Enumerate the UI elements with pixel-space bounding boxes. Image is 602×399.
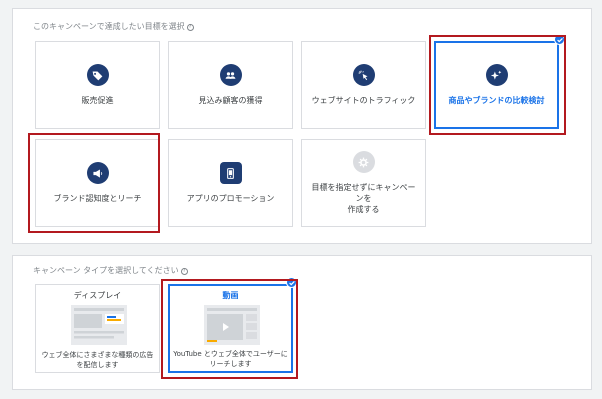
goal-card-label-line1: 目標を指定せずにキャンペーンを [311,183,416,203]
goal-card-label-line2: 作成する [347,205,380,214]
megaphone-icon [86,162,109,184]
type-card-desc: ウェブ全体にさまざまな種類の広告 を配信します [36,350,159,370]
selected-check-icon [286,277,297,288]
goal-card-consideration[interactable]: 商品やブランドの比較検討 [434,41,559,129]
type-card-desc-line1: YouTube とウェブ全体でユーザーに [173,350,288,358]
goals-section-title-text: このキャンペーンで達成したい目標を選択 [33,22,185,31]
goal-card-label: アプリのプロモーション [186,194,275,203]
type-card-video[interactable]: 動画 YouTube とウェブ全体でユーザーに リーチします [168,284,293,373]
selected-check-icon [554,34,565,45]
goal-card-app[interactable]: アプリのプロモーション [168,139,293,227]
help-icon[interactable]: ? [180,268,188,275]
type-section-title: キャンペーン タイプを選択してください? [33,265,188,276]
video-ad-illustration [204,305,260,345]
type-card-title: 動画 [222,291,239,300]
goal-card-awareness[interactable]: ブランド認知度とリーチ [35,139,160,227]
goal-card-label: 目標を指定せずにキャンペーンを 作成する [302,182,425,215]
type-card-desc-line2: リーチします [209,360,252,368]
sparkle-icon [485,64,508,86]
campaign-type-panel: キャンペーン タイプを選択してください? ディスプレイ ウェブ全体にさまざまな種… [12,255,592,390]
goals-panel: このキャンペーンで達成したい目標を選択? 販売促進 見込み顧客の獲得 ウェブサイ… [12,8,592,244]
goal-card-traffic[interactable]: ウェブサイトのトラフィック [301,41,426,129]
goal-card-sales[interactable]: 販売促進 [35,41,160,129]
goal-card-label: 見込み顧客の獲得 [198,96,263,105]
goal-card-no-goal[interactable]: 目標を指定せずにキャンペーンを 作成する [301,139,426,227]
gear-icon [352,151,375,173]
goals-section-title: このキャンペーンで達成したい目標を選択? [33,21,194,32]
goal-card-label: 販売促進 [81,96,114,105]
goal-card-label: 商品やブランドの比較検討 [448,96,545,105]
type-card-title: ディスプレイ [73,291,122,300]
phone-icon [219,162,242,184]
help-icon[interactable]: ? [186,24,194,31]
goal-card-label: ブランド認知度とリーチ [53,194,142,203]
type-card-desc: YouTube とウェブ全体でユーザーに リーチします [170,349,291,369]
tag-icon [86,64,109,86]
click-icon [352,64,375,86]
type-card-desc-line2: を配信します [76,361,119,369]
goal-card-label: ウェブサイトのトラフィック [311,96,416,105]
type-card-desc-line1: ウェブ全体にさまざまな種類の広告 [41,351,154,359]
people-icon [219,64,242,86]
type-card-display[interactable]: ディスプレイ ウェブ全体にさまざまな種類の広告 を配信します [35,284,160,373]
type-section-title-text: キャンペーン タイプを選択してください [33,266,179,275]
display-ad-illustration [71,305,127,345]
goal-card-leads[interactable]: 見込み顧客の獲得 [168,41,293,129]
